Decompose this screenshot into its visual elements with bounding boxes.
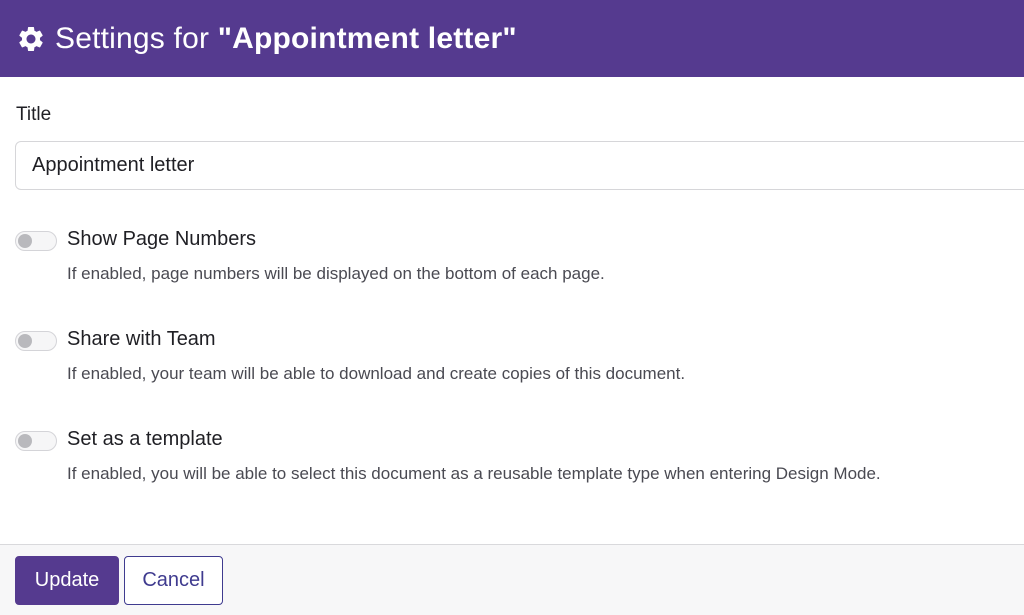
toggle-knob: [18, 434, 32, 448]
gear-icon: [19, 26, 43, 51]
share-with-team-toggle[interactable]: [15, 331, 57, 351]
toggle-knob: [18, 334, 32, 348]
settings-header: Settings for "Appointment letter": [0, 0, 1024, 77]
title-label: Title: [16, 104, 52, 125]
show-page-numbers-description: If enabled, page numbers will be display…: [67, 264, 605, 283]
set-as-template-toggle[interactable]: [15, 431, 57, 451]
page-title: Settings for "Appointment letter": [55, 21, 517, 55]
set-as-template-description: If enabled, you will be able to select t…: [67, 464, 881, 483]
show-page-numbers-label: Show Page Numbers: [67, 228, 256, 250]
title-input[interactable]: [15, 141, 1024, 190]
dialog-footer: Update Cancel: [0, 544, 1024, 615]
set-as-template-label: Set as a template: [67, 428, 223, 450]
toggle-knob: [18, 234, 32, 248]
share-with-team-description: If enabled, your team will be able to do…: [67, 364, 686, 383]
share-with-team-label: Share with Team: [67, 328, 216, 350]
update-button[interactable]: Update: [15, 556, 119, 605]
show-page-numbers-toggle[interactable]: [15, 231, 57, 251]
document-name: "Appointment letter": [217, 21, 517, 55]
cancel-button[interactable]: Cancel: [124, 556, 223, 605]
title-prefix: Settings for: [55, 21, 218, 55]
